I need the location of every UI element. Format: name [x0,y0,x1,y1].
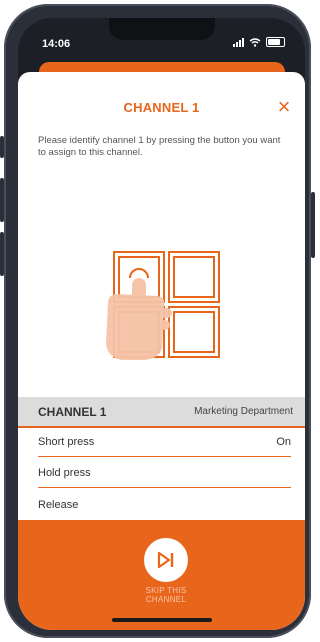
row-label: Short press [38,436,95,448]
switch-press-illustration [106,251,220,360]
skip-channel-label: SKIP THIS CHANNEL [116,586,216,604]
skip-icon [157,551,174,569]
battery-icon [266,37,285,47]
skip-label-line2: CHANNEL [145,595,187,604]
instructions-text: Please identify channel 1 by pressing th… [38,135,281,158]
hand-icon [106,278,172,360]
channel-modal: CHANNEL 1 × Please identify channel 1 by… [18,72,305,630]
close-icon[interactable]: × [273,96,295,118]
channel-name: CHANNEL 1 [38,404,107,419]
skip-channel-button[interactable] [144,538,188,582]
status-bar: 14:06 [18,18,305,62]
wifi-icon [249,37,261,47]
row-label: Release [38,498,79,511]
modal-title: CHANNEL 1 [123,100,200,115]
footer-bar: SKIP THIS CHANNEL [18,520,305,630]
status-time: 14:06 [42,38,71,50]
status-icons [233,37,285,47]
screen: 14:06 CHANNEL 1 × Please identify channe… [18,18,305,630]
notch [109,18,215,40]
row-value: On [276,436,291,448]
channel-department: Marketing Department [194,406,293,417]
phone-frame: 14:06 CHANNEL 1 × Please identify channe… [4,4,311,638]
press-ring [129,268,149,279]
row-release[interactable]: Release [38,490,291,519]
row-hold-press[interactable]: Hold press [38,459,291,488]
signal-icon [233,37,244,47]
channel-table-header: CHANNEL 1 Marketing Department [18,397,305,428]
skip-label-line1: SKIP THIS [145,586,187,595]
home-indicator[interactable] [112,618,212,622]
row-label: Hold press [38,467,91,479]
row-short-press[interactable]: Short press On [38,428,291,457]
